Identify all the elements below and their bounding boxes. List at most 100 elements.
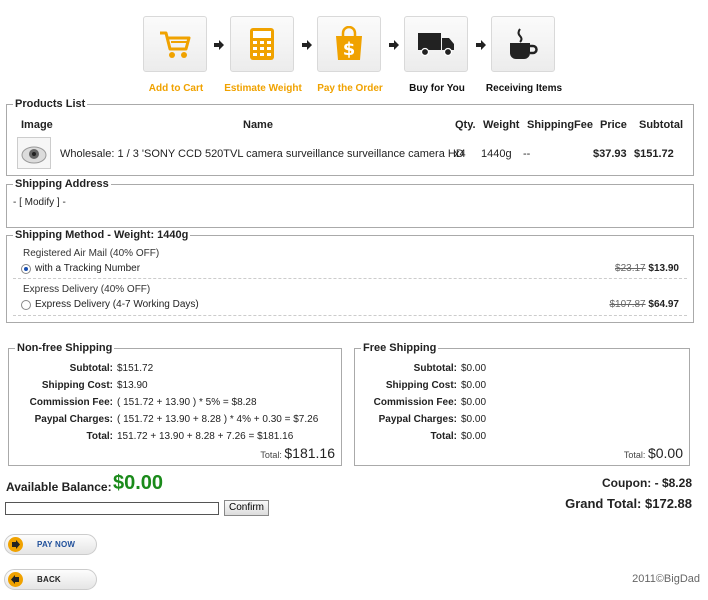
arrow-right-icon — [476, 40, 486, 50]
pay-now-label: PAY NOW — [37, 540, 76, 549]
value-total: 151.72 + 13.90 + 8.28 + 7.26 = $181.16 — [117, 431, 294, 442]
col-header-subtotal: Subtotal — [639, 119, 683, 131]
copyright-watermark: 2011©BigDad — [632, 573, 700, 585]
shipping-price-express: $107.87 $64.97 — [609, 299, 679, 310]
product-thumbnail[interactable] — [17, 137, 51, 169]
coffee-cup-icon — [491, 16, 555, 72]
label-shipping-cost: Shipping Cost: — [385, 380, 457, 391]
shipping-option-air-mail[interactable]: with a Tracking Number — [21, 263, 140, 274]
product-price: $37.93 — [593, 148, 627, 160]
label-paypal-charges: Paypal Charges: — [378, 414, 457, 425]
label-total: Total: — [430, 431, 457, 442]
shipping-option-label: Express Delivery (4-7 Working Days) — [35, 299, 199, 310]
shipping-group-label: Express Delivery (40% OFF) — [23, 284, 151, 295]
total-value: $181.16 — [284, 445, 335, 461]
value-commission-fee: ( 151.72 + 13.90 ) * 5% = $8.28 — [117, 397, 257, 408]
arrow-right-icon — [389, 40, 399, 50]
value-commission-fee: $0.00 — [461, 397, 487, 408]
label-commission-fee: Commission Fee: — [29, 397, 113, 408]
order-steps: Add to Cart Estimate Weight $ Pay the Or… — [140, 16, 562, 96]
available-balance-label: Available Balance: — [6, 480, 112, 494]
value-paypal-charges: ( 151.72 + 13.90 + 8.28 ) * 4% + 0.30 = … — [117, 414, 319, 425]
shipping-method: Shipping Method - Weight: 1440g Register… — [6, 229, 694, 323]
confirm-button[interactable]: Confirm — [224, 500, 269, 516]
grand-total: Grand Total: $172.88 — [565, 496, 692, 511]
old-price: $23.17 — [615, 263, 646, 274]
arrow-right-icon — [302, 40, 312, 50]
free-total: Total: $0.00 — [624, 445, 683, 461]
truck-icon — [404, 16, 468, 72]
products-legend: Products List — [13, 98, 88, 110]
available-balance-value: $0.00 — [113, 472, 164, 494]
value-shipping-cost: $13.90 — [117, 380, 148, 391]
step-estimate-weight: Estimate Weight — [224, 16, 302, 94]
back-label: BACK — [37, 575, 61, 584]
product-name-link[interactable]: Wholesale: 1 / 3 'SONY CCD 520TVL camera… — [60, 148, 464, 160]
label-paypal-charges: Paypal Charges: — [34, 414, 113, 425]
label-total: Total: — [86, 431, 113, 442]
step-label: Receiving Items — [485, 83, 563, 94]
non-free-legend: Non-free Shipping — [15, 342, 115, 354]
value-subtotal: $151.72 — [117, 363, 154, 374]
arrow-right-icon — [214, 40, 224, 50]
divider — [13, 315, 687, 316]
product-weight: 1440g — [481, 148, 512, 160]
shipping-address: Shipping Address - [ Modify ] - — [6, 178, 694, 228]
cart-icon — [143, 16, 207, 72]
radio-air-mail[interactable] — [21, 263, 31, 274]
label-subtotal: Subtotal: — [413, 363, 457, 374]
camera-icon — [21, 146, 47, 164]
step-buy-for-you: Buy for You — [404, 16, 470, 94]
label-subtotal: Subtotal: — [69, 363, 113, 374]
non-free-shipping: Non-free Shipping Subtotal: $151.72 Ship… — [8, 342, 342, 466]
total-label: Total: — [260, 450, 282, 460]
value-shipping-cost: $0.00 — [461, 380, 487, 391]
modify-address-link[interactable]: - [ Modify ] - — [13, 197, 66, 208]
step-add-to-cart: Add to Cart — [143, 16, 209, 94]
products-list: Products List Image Name Qty. Weight Shi… — [6, 98, 694, 176]
free-legend: Free Shipping — [361, 342, 439, 354]
arrow-left-icon — [8, 572, 23, 587]
col-header-price: Price — [600, 119, 627, 131]
arrow-right-icon — [8, 537, 23, 552]
step-label: Buy for You — [409, 83, 465, 94]
col-header-image: Image — [21, 119, 53, 131]
step-label: Pay the Order — [317, 83, 383, 94]
free-shipping: Free Shipping Subtotal: $0.00 Shipping C… — [354, 342, 690, 466]
shipping-option-express[interactable]: Express Delivery (4-7 Working Days) — [21, 299, 199, 310]
col-header-weight: Weight — [483, 119, 520, 131]
total-label: Total: — [623, 450, 646, 460]
calculator-icon — [230, 16, 294, 72]
shipping-price-air-mail: $23.17 $13.90 — [615, 263, 679, 274]
divider — [13, 278, 687, 279]
non-free-total: Total: $181.16 — [260, 445, 335, 461]
step-pay-the-order: $ Pay the Order — [317, 16, 383, 94]
shopping-bag-icon: $ — [317, 16, 381, 72]
total-value: $0.00 — [647, 445, 683, 461]
old-price: $107.87 — [609, 299, 646, 310]
label-commission-fee: Commission Fee: — [373, 397, 457, 408]
step-label: Add to Cart — [148, 83, 204, 94]
svg-text:$: $ — [343, 39, 356, 60]
shipping-address-legend: Shipping Address — [13, 178, 111, 190]
shipping-group-label: Registered Air Mail (40% OFF) — [23, 248, 160, 259]
col-header-name: Name — [243, 119, 273, 131]
col-header-shipping-fee: ShippingFee — [527, 119, 593, 131]
shipping-option-label: with a Tracking Number — [35, 263, 141, 274]
label-shipping-cost: Shipping Cost: — [41, 380, 113, 391]
value-total: $0.00 — [461, 431, 487, 442]
col-header-qty: Qty. — [455, 119, 476, 131]
balance-input[interactable] — [5, 502, 219, 515]
new-price: $64.97 — [648, 299, 679, 310]
value-subtotal: $0.00 — [461, 363, 487, 374]
coupon-amount: Coupon: - $8.28 — [601, 476, 692, 490]
radio-express[interactable] — [21, 299, 31, 310]
value-paypal-charges: $0.00 — [461, 414, 487, 425]
product-subtotal: $151.72 — [634, 148, 674, 160]
product-shipping-fee: -- — [523, 148, 531, 160]
new-price: $13.90 — [648, 263, 679, 274]
pay-now-button[interactable]: PAY NOW — [4, 534, 97, 555]
back-button[interactable]: BACK — [4, 569, 97, 590]
product-qty: x4 — [454, 148, 466, 160]
shipping-method-legend: Shipping Method - Weight: 1440g — [13, 229, 191, 241]
